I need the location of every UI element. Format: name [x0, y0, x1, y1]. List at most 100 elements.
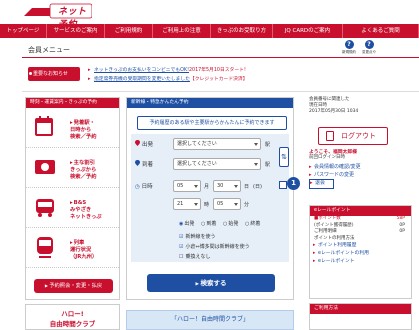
- nav-item-jqcard[interactable]: JQ CARDのご案内: [273, 24, 343, 38]
- departure-label-wrap: 出発: [135, 140, 153, 148]
- radio-last[interactable]: 終着: [245, 220, 260, 227]
- hour-value: 21: [177, 201, 184, 207]
- radio-departure[interactable]: 出発: [179, 220, 194, 227]
- departure-station-unit: 駅: [265, 142, 271, 148]
- chevron-down-icon: [254, 163, 258, 166]
- menu-bs-miyazaki[interactable]: B&Sみやざきネットきっぷ: [26, 188, 119, 228]
- chevron-down-icon: [194, 203, 198, 206]
- withdraw-link[interactable]: 退会: [309, 179, 335, 189]
- bus-train-icon: [36, 199, 54, 217]
- search-button[interactable]: 検索する: [147, 274, 275, 292]
- nav-item-faq[interactable]: よくあるご質問: [343, 24, 419, 38]
- member-info-link[interactable]: 会員情報の確認/変更: [309, 164, 361, 172]
- nav-item-services[interactable]: サービスのご案内: [47, 24, 105, 38]
- date-label: 日時: [141, 184, 153, 190]
- points-line-label: ■ポイント数: [314, 216, 341, 221]
- departure-row: 出発 選択してください 駅: [135, 138, 285, 151]
- page-header: 会員メニュー ? 新規規約 ? 変更点や: [22, 40, 419, 58]
- nav-item-notes[interactable]: ご利用上の注意: [153, 24, 211, 38]
- quick-reservation-heading: 新幹線・特急かんたん予約: [127, 98, 293, 108]
- train-icon: [37, 237, 53, 258]
- last-login-label: 前回ログイン日時: [309, 155, 345, 160]
- month-unit: 月: [204, 184, 210, 190]
- notice-item[interactable]: 指定席券売機の受取期間を変更いたしました【クレジットカード決済】: [88, 75, 408, 84]
- reservation-form: 出発 選択してください 駅 到着 選択してください 駅 ⇅ ◷ 日時 05 月 …: [131, 134, 289, 262]
- arrival-station-value: 選択してください: [177, 161, 217, 167]
- menu-train-status-label: 列車運行状況（JR九州）: [70, 240, 97, 261]
- day-of-week: (日): [253, 184, 262, 190]
- menu-bs-miyazaki-label: B&Sみやざきネットきっぷ: [70, 200, 102, 221]
- banner-text: 「ハロー！自由時間クラブ」: [170, 316, 249, 323]
- points-line-label: ポイントの利用方法: [314, 235, 355, 241]
- minute-value: 05: [217, 201, 224, 207]
- departure-station-select[interactable]: 選択してください: [173, 138, 261, 150]
- nav-item-top[interactable]: トップページ: [0, 24, 47, 38]
- points-info-link[interactable]: eレールポイント: [310, 258, 411, 266]
- notice-list: ネットきっぷのお支払いをコンビニでもOK!2017年5月10日スタート! 指定席…: [88, 66, 408, 84]
- jiyu-jikan-club-wide-banner[interactable]: 「ハロー！自由時間クラブ」: [126, 310, 294, 330]
- door-icon: [326, 131, 334, 141]
- chevron-down-icon: [234, 185, 238, 188]
- top-header: ネット予約: [0, 0, 419, 30]
- menu-train-status[interactable]: 列車運行状況（JR九州）: [26, 228, 119, 268]
- changes-link[interactable]: ? 変更点や: [360, 40, 378, 55]
- important-notice-badge: 重要なお知らせ: [28, 67, 80, 81]
- use-shinkansen-checkbox[interactable]: 新幹線を使う: [179, 233, 215, 240]
- reservation-inquiry-button[interactable]: 予約照会・変更・払戻: [34, 279, 113, 293]
- step-marker: 1: [287, 177, 300, 190]
- nav-item-terms[interactable]: ご利用規約: [105, 24, 153, 38]
- login-timestamp: 会員番号に関連した 現在日時 2017年05月30日 1034: [309, 97, 358, 115]
- nav-item-pickup[interactable]: きっぷのお受取り方: [211, 24, 273, 38]
- no-transfer-checkbox[interactable]: 乗換えなし: [179, 253, 210, 260]
- points-use-link[interactable]: eレールポイントの利用: [310, 250, 411, 258]
- minute-unit: 分: [244, 202, 250, 208]
- clock-icon: ◷: [135, 184, 140, 190]
- kokura-hakata-shinkansen-checkbox[interactable]: 小倉⇔博多間は新幹線を使う: [179, 243, 249, 250]
- date-row: ◷ 日時 05 月 30 日 (日): [135, 180, 285, 193]
- radio-first[interactable]: 始発: [223, 220, 238, 227]
- jiyu-jikan-club-banner[interactable]: ハロー! 自由時間クラブ: [25, 304, 120, 330]
- menu-search-by-station[interactable]: 発着駅・日時から検索／予約: [26, 108, 119, 148]
- arrival-label: 到着: [142, 162, 154, 168]
- timestamp-line: 2017年05月30日 1034: [309, 109, 359, 114]
- month-select[interactable]: 05: [173, 180, 201, 192]
- menu-search-by-station-label: 発着駅・日時から検索／予約: [70, 120, 97, 141]
- points-heading: eレールポイント: [310, 206, 411, 216]
- chevron-down-icon: [194, 185, 198, 188]
- banner-text: ハロー! 自由時間クラブ: [49, 310, 96, 328]
- points-history-link[interactable]: ポイント利用履歴: [310, 242, 411, 250]
- hour-select[interactable]: 21: [173, 198, 201, 210]
- question-icon: ?: [344, 40, 354, 49]
- menu-discount-tickets[interactable]: 主な割引きっぷから検索／予約: [26, 148, 119, 188]
- password-change-link[interactable]: パスワードの変更: [309, 172, 361, 180]
- notice-text[interactable]: 指定席券売機の受取期間を変更いたしました: [94, 77, 190, 82]
- notice-highlight[interactable]: 2017年5月10日スタート!: [189, 68, 246, 73]
- day-unit: 日: [244, 184, 250, 190]
- site-logo[interactable]: ネット予約: [22, 2, 92, 30]
- quick-reservation-lead: 予約履歴のある駅や主要駅からかんたんに予約できます: [137, 116, 287, 130]
- time-row: 21 時 05 分: [135, 198, 285, 211]
- notice-highlight[interactable]: 【クレジットカード決済】: [190, 77, 248, 82]
- changes-label: 変更点や: [362, 50, 376, 54]
- calendar-icon[interactable]: [279, 181, 287, 189]
- notice-item[interactable]: ネットきっぷのお支払いをコンビニでもOK!2017年5月10日スタート!: [88, 66, 408, 75]
- quick-reservation-panel: 新幹線・特急かんたん予約 予約履歴のある駅や主要駅からかんたんに予約できます 出…: [126, 97, 294, 300]
- notice-text[interactable]: ネットきっぷのお支払いをコンビニでもOK!: [94, 68, 189, 73]
- new-terms-label: 新規規約: [342, 50, 356, 54]
- new-terms-link[interactable]: ? 新規規約: [340, 40, 358, 55]
- points-line-label: (ポイント獲得履歴): [314, 222, 354, 228]
- location-pin-icon: [135, 140, 140, 146]
- arrival-label-wrap: 到着: [135, 160, 153, 168]
- discount-ticket-icon: [35, 160, 55, 174]
- radio-arrival[interactable]: 到着: [201, 220, 216, 227]
- minute-select[interactable]: 05: [213, 198, 241, 210]
- global-nav: トップページ サービスのご案内 ご利用規約 ご利用上の注意 きっぷのお受取り方 …: [0, 24, 419, 38]
- day-select[interactable]: 30: [213, 180, 241, 192]
- reservation-menu-panel: 時刻・運賃案内・きっぷの予約 発着駅・日時から検索／予約 主な割引きっぷから検索…: [25, 97, 120, 300]
- logout-label: ログアウト: [341, 132, 376, 140]
- time-type-radios: 出発 到着 始発 終着: [179, 220, 265, 227]
- arrival-station-select[interactable]: 選択してください: [173, 158, 261, 170]
- swap-stations-button[interactable]: ⇅: [279, 147, 289, 167]
- points-panel: eレールポイント ■ポイント数 58P (ポイント獲得履歴) 0P ご利用明細 0P …: [309, 205, 412, 299]
- logout-button[interactable]: ログアウト: [318, 127, 388, 145]
